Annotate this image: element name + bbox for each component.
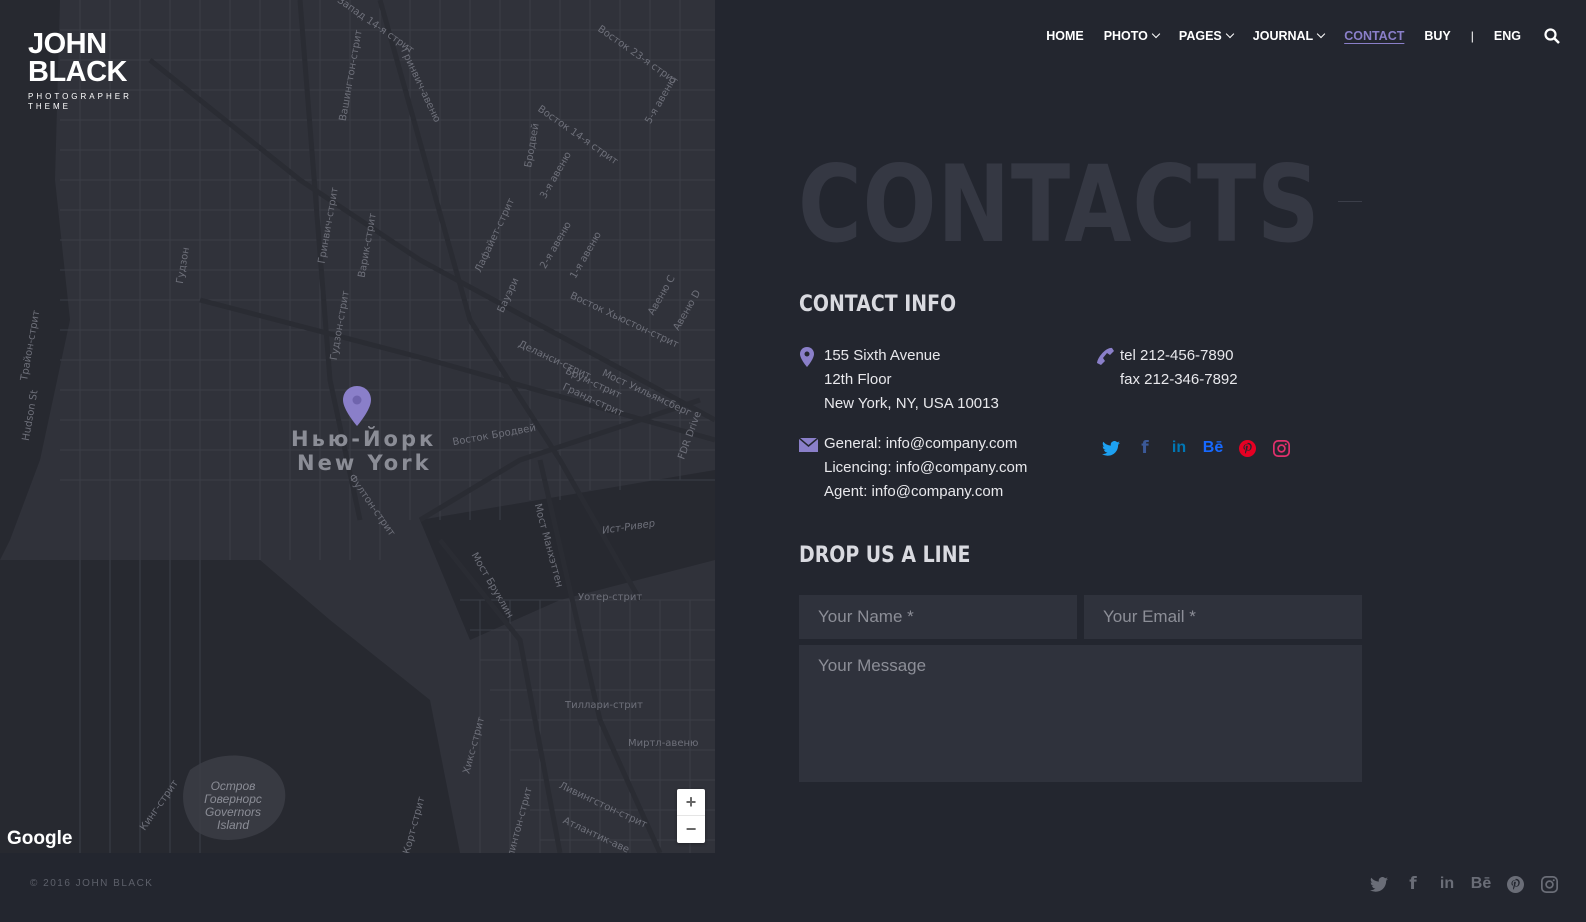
chevron-down-icon — [1316, 29, 1326, 39]
linkedin-icon[interactable]: in — [1430, 872, 1464, 896]
pinterest-icon[interactable] — [1230, 436, 1264, 460]
mail-icon — [799, 438, 818, 452]
map-island-label: Остров Говернорс Governors Island — [204, 779, 262, 832]
twitter-icon[interactable] — [1362, 872, 1396, 896]
nav-label: HOME — [1046, 29, 1084, 43]
zoom-in-button[interactable]: + — [677, 789, 705, 816]
nav-label: CONTACT — [1344, 29, 1405, 43]
contact-info-heading: CONTACT INFO — [799, 292, 957, 317]
nav-label: JOURNAL — [1252, 29, 1314, 43]
drop-us-a-line-heading: DROP US A LINE — [799, 543, 971, 568]
behance-icon[interactable]: Bē — [1464, 872, 1498, 896]
nav-item-journal[interactable]: JOURNAL — [1252, 29, 1326, 43]
map[interactable]: Запад 14-я стрит Восток 23-я стрит Восто… — [0, 0, 715, 853]
nav-item-contact[interactable]: CONTACT — [1344, 29, 1404, 43]
chevron-down-icon — [1225, 29, 1235, 39]
nav-label: BUY — [1424, 29, 1451, 43]
email-line[interactable]: General: info@company.com — [824, 432, 1027, 456]
map-city-label-ru: Нью-Йорк — [291, 427, 437, 451]
instagram-icon[interactable] — [1532, 872, 1566, 896]
phone-line: fax 212-346-7892 — [1120, 371, 1238, 388]
map-street-label: Тиллари-стрит — [565, 700, 643, 711]
map-pin-icon[interactable] — [342, 386, 372, 426]
title-divider — [1338, 201, 1362, 202]
logo-line-2: BLACK — [28, 56, 128, 88]
zoom-out-button[interactable]: − — [677, 816, 705, 843]
facebook-icon[interactable]: f — [1128, 436, 1162, 460]
address-block: 155 Sixth Avenue 12th Floor New York, NY… — [824, 344, 999, 416]
pinterest-icon[interactable] — [1498, 872, 1532, 896]
address-line: 155 Sixth Avenue — [824, 347, 941, 364]
language-switcher[interactable]: ENG — [1494, 29, 1521, 43]
footer: © 2016 JOHN BLACK f in Bē — [0, 853, 1586, 922]
nav-label: PHOTO — [1103, 29, 1148, 43]
search-icon[interactable] — [1544, 28, 1560, 44]
address-line: New York, NY, USA 10013 — [824, 395, 999, 412]
nav-item-photo[interactable]: PHOTO — [1103, 29, 1161, 43]
logo-line-1: JOHN — [28, 28, 107, 60]
phone-block: tel 212-456-7890 fax 212-346-7892 — [1120, 344, 1238, 392]
instagram-icon[interactable] — [1264, 436, 1298, 460]
map-city-label-en: New York — [297, 451, 432, 475]
nav-item-buy[interactable]: BUY — [1424, 29, 1450, 43]
logo-tagline: PHOTOGRAPHER THEME — [28, 92, 132, 111]
footer-social-links: f in Bē — [1362, 872, 1566, 896]
name-field[interactable]: Your Name * — [799, 595, 1077, 639]
map-street-label: Уотер-стрит — [578, 592, 643, 603]
phone-line[interactable]: tel 212-456-7890 — [1120, 344, 1238, 368]
nav-separator: | — [1470, 29, 1474, 43]
email-line[interactable]: Licencing: info@company.com — [824, 456, 1027, 480]
zoom-control: + − — [677, 789, 705, 843]
page-title: CONTACTS — [798, 143, 1321, 266]
facebook-icon[interactable]: f — [1396, 872, 1430, 896]
nav-item-pages[interactable]: PAGES — [1178, 29, 1235, 43]
chevron-down-icon — [1151, 29, 1161, 39]
google-logo[interactable]: Google — [7, 828, 72, 850]
twitter-icon[interactable] — [1094, 436, 1128, 460]
address-line: 12th Floor — [824, 371, 892, 388]
social-links: f in Bē — [1094, 436, 1298, 460]
email-block: General: info@company.com Licencing: inf… — [824, 432, 1027, 504]
nav-item-home[interactable]: HOME — [1046, 29, 1084, 43]
copyright: © 2016 JOHN BLACK — [30, 878, 154, 889]
nav-label: PAGES — [1178, 29, 1222, 43]
email-field[interactable]: Your Email * — [1084, 595, 1362, 639]
location-pin-icon — [800, 347, 814, 367]
behance-icon[interactable]: Bē — [1196, 436, 1230, 460]
main-nav: HOME PHOTO PAGES JOURNAL CONTACT BUY | E… — [1026, 28, 1560, 44]
email-line[interactable]: Agent: info@company.com — [824, 480, 1027, 504]
linkedin-icon[interactable]: in — [1162, 436, 1196, 460]
site-logo[interactable]: JOHN BLACK PHOTOGRAPHER THEME — [28, 30, 138, 112]
message-field[interactable]: Your Message — [799, 645, 1362, 782]
map-street-label: Миртл-авеню — [628, 738, 699, 749]
phone-icon — [1097, 347, 1114, 365]
